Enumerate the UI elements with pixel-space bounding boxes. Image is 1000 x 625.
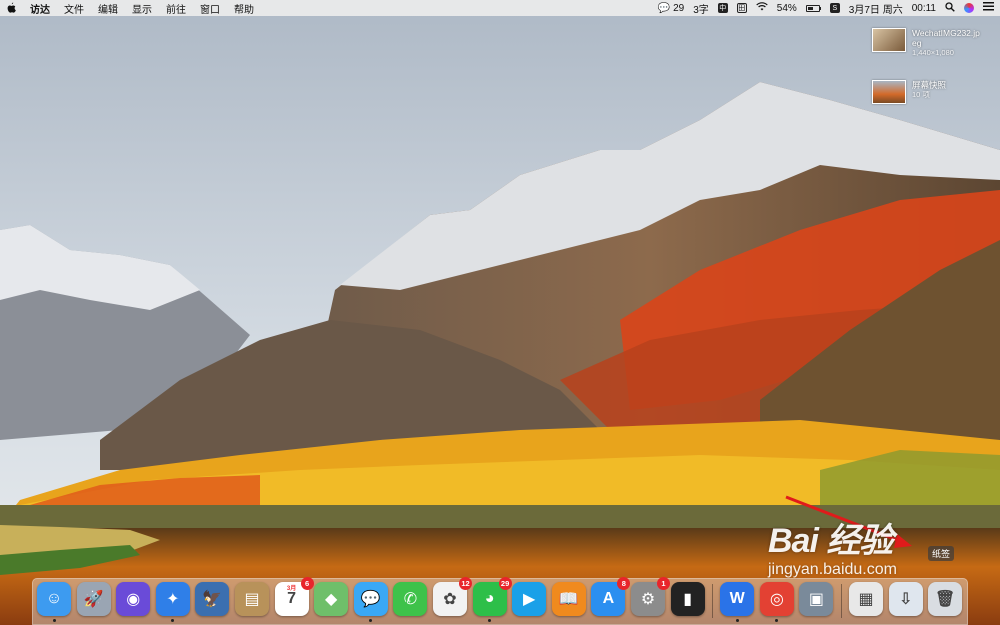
baidu-watermark: Bai 经验 jingyan.baidu.com bbox=[768, 513, 897, 578]
watermark-url: jingyan.baidu.com bbox=[768, 561, 897, 578]
dock-tooltip: 纸签 bbox=[928, 546, 955, 561]
watermark-logo: Bai 经验 bbox=[768, 522, 893, 560]
